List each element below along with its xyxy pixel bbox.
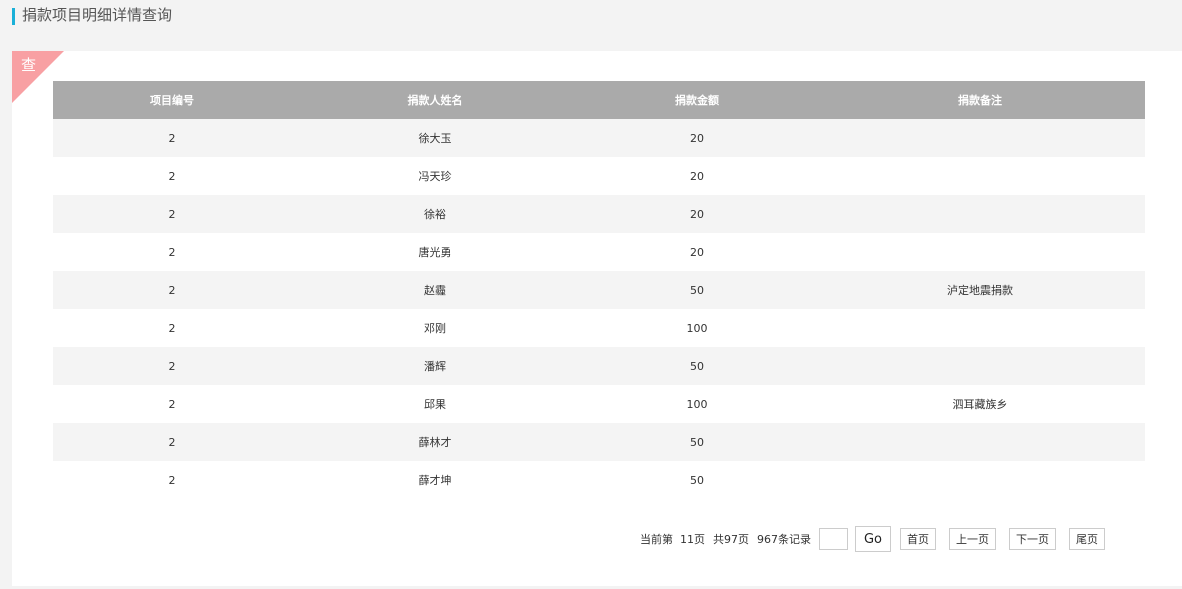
table-row: 2 唐光勇 20: [53, 233, 1145, 271]
table-header: 项目编号 捐款人姓名 捐款金额 捐款备注: [53, 81, 1145, 119]
corner-label: 查: [21, 56, 37, 74]
cell-donor-name: 冯天珍: [418, 170, 452, 183]
cell-project-id: 2: [168, 397, 176, 411]
total-pages-text: 共97页: [713, 533, 749, 546]
cell-remark: 泸定地震捐款: [947, 284, 1013, 297]
cell-donor-name: 唐光勇: [418, 246, 452, 259]
table-row: 2 薛才坤 50: [53, 461, 1145, 499]
cell-donor-name: 邱果: [424, 398, 446, 411]
cell-amount: 100: [686, 397, 708, 411]
cell-project-id: 2: [168, 435, 176, 449]
donation-table: 项目编号 捐款人姓名 捐款金额 捐款备注 2 徐大玉 20 2 冯天珍 20 2…: [53, 81, 1145, 499]
table-row: 2 徐裕 20: [53, 195, 1145, 233]
cell-donor-name: 徐裕: [424, 208, 446, 221]
page-header: 捐款项目明细详情查询: [0, 0, 1182, 50]
page-number-input[interactable]: [819, 528, 848, 550]
column-header-donor-name: 捐款人姓名: [407, 94, 463, 107]
title-accent-bar: [12, 8, 15, 25]
cell-amount: 50: [690, 359, 704, 373]
cell-project-id: 2: [168, 283, 176, 297]
cell-amount: 20: [690, 131, 704, 145]
table-row: 2 邱果 100 泗耳藏族乡: [53, 385, 1145, 423]
table-row: 2 邓刚 100: [53, 309, 1145, 347]
column-header-remark: 捐款备注: [958, 94, 1002, 107]
cell-project-id: 2: [168, 359, 176, 373]
cell-donor-name: 赵霾: [424, 284, 446, 297]
page-title: 捐款项目明细详情查询: [22, 6, 173, 24]
table-row: 2 徐大玉 20: [53, 119, 1145, 157]
column-header-project-id: 项目编号: [150, 94, 194, 107]
cell-amount: 50: [690, 283, 704, 297]
prev-page-button[interactable]: 上一页: [949, 528, 996, 550]
cell-amount: 100: [686, 321, 708, 335]
pagination: 当前第 11页 共97页 967条记录 Go 首页 上一页 下一页 尾页: [640, 525, 1118, 553]
current-page-text: 当前第 11页: [640, 533, 705, 546]
cell-donor-name: 薛才坤: [418, 474, 452, 487]
cell-donor-name: 潘辉: [424, 360, 446, 373]
cell-project-id: 2: [168, 207, 176, 221]
cell-amount: 20: [690, 169, 704, 183]
cell-donor-name: 邓刚: [424, 322, 446, 335]
table-row: 2 薛林才 50: [53, 423, 1145, 461]
cell-donor-name: 薛林才: [418, 436, 452, 449]
cell-amount: 50: [690, 473, 704, 487]
cell-donor-name: 徐大玉: [418, 132, 452, 145]
cell-project-id: 2: [168, 473, 176, 487]
content-panel: 查 项目编号 捐款人姓名 捐款金额 捐款备注 2 徐大玉 20 2 冯天珍 20…: [12, 51, 1182, 586]
cell-amount: 20: [690, 245, 704, 259]
cell-amount: 50: [690, 435, 704, 449]
total-records-text: 967条记录: [757, 533, 811, 546]
column-header-amount: 捐款金额: [675, 94, 719, 107]
cell-project-id: 2: [168, 321, 176, 335]
table-row: 2 潘辉 50: [53, 347, 1145, 385]
cell-amount: 20: [690, 207, 704, 221]
cell-project-id: 2: [168, 245, 176, 259]
table-row: 2 冯天珍 20: [53, 157, 1145, 195]
table-row: 2 赵霾 50 泸定地震捐款: [53, 271, 1145, 309]
first-page-button[interactable]: 首页: [900, 528, 936, 550]
cell-remark: 泗耳藏族乡: [952, 398, 1008, 411]
last-page-button[interactable]: 尾页: [1069, 528, 1105, 550]
next-page-button[interactable]: 下一页: [1009, 528, 1056, 550]
cell-project-id: 2: [168, 169, 176, 183]
go-button[interactable]: Go: [855, 526, 891, 552]
cell-project-id: 2: [168, 131, 176, 145]
